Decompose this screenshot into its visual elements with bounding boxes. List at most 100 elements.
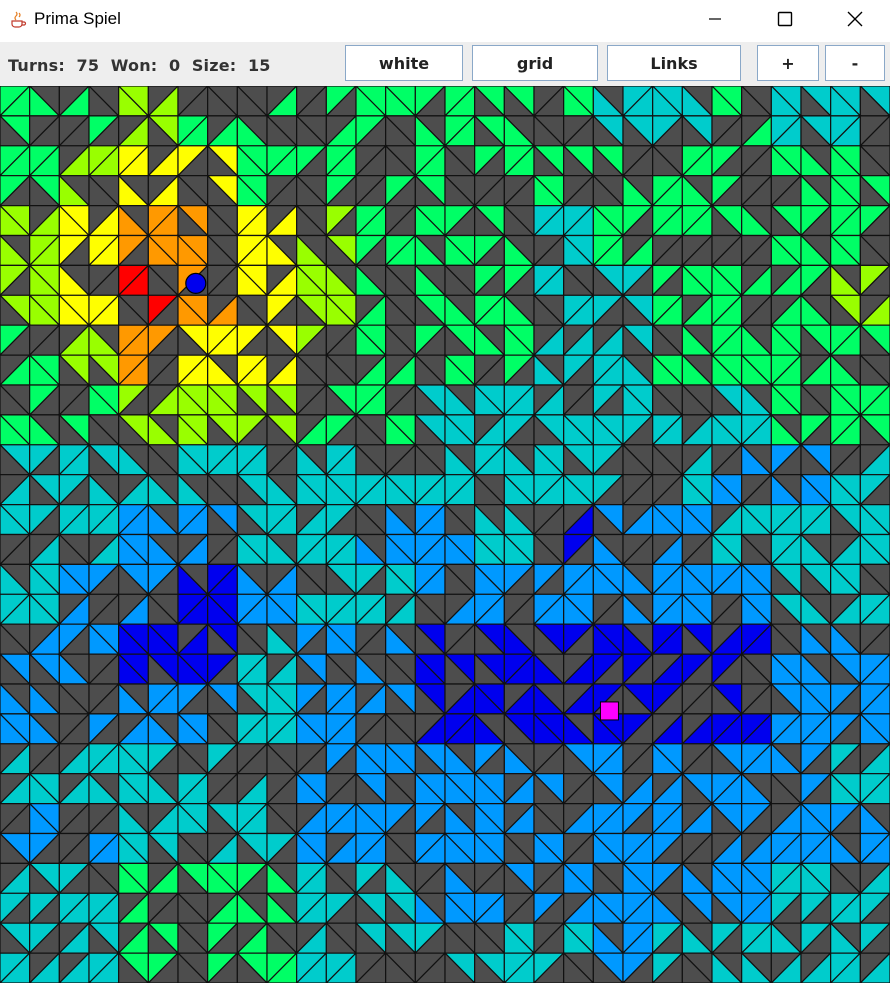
board-cell[interactable] (235, 86, 299, 148)
board-cell[interactable] (591, 86, 655, 148)
board-cell[interactable] (829, 86, 890, 148)
board-cell[interactable] (57, 802, 121, 865)
board-cell[interactable] (591, 742, 655, 806)
board-cell[interactable] (591, 383, 655, 447)
board-cell[interactable] (591, 562, 655, 626)
board-cell[interactable] (176, 861, 239, 925)
board-cell[interactable] (235, 861, 299, 925)
board-cell[interactable] (710, 742, 773, 806)
board-cell[interactable] (295, 86, 358, 148)
close-button[interactable] (820, 0, 890, 38)
board-cell[interactable] (0, 622, 61, 686)
board-cell[interactable] (473, 503, 536, 566)
board-cell[interactable] (354, 562, 417, 626)
board-cell[interactable] (769, 921, 833, 983)
board-cell[interactable] (710, 503, 773, 566)
board-cell[interactable] (651, 144, 714, 208)
board-cell[interactable] (354, 861, 417, 925)
board-cell[interactable] (651, 443, 714, 507)
board-cell[interactable] (651, 562, 714, 626)
minus-button[interactable]: - (825, 45, 885, 81)
board-cell[interactable] (0, 562, 61, 626)
board-cell[interactable] (710, 562, 773, 626)
board-cell[interactable] (829, 861, 890, 925)
board-cell[interactable] (235, 323, 299, 387)
board-cell[interactable] (651, 742, 714, 806)
board-cell[interactable] (710, 204, 773, 267)
board-cell[interactable] (532, 383, 595, 447)
board-cell[interactable] (57, 383, 121, 447)
board-cell[interactable] (769, 144, 833, 208)
board-cell[interactable] (354, 263, 417, 327)
board-cell[interactable] (117, 86, 180, 148)
board-cell[interactable] (235, 622, 299, 686)
board-cell[interactable] (473, 383, 536, 447)
board-cell[interactable] (117, 263, 180, 327)
board-cell[interactable] (176, 682, 239, 746)
board-cell[interactable] (651, 383, 714, 447)
board-cell[interactable] (295, 742, 358, 806)
board-cell[interactable] (413, 503, 477, 566)
board-cell[interactable] (473, 323, 536, 387)
board-cell[interactable] (354, 921, 417, 983)
board-cell[interactable] (710, 802, 773, 865)
board-cell[interactable] (295, 443, 358, 507)
board-cell[interactable] (117, 562, 180, 626)
board-cell[interactable] (591, 204, 655, 267)
board-cell[interactable] (473, 861, 536, 925)
board-cell[interactable] (0, 861, 61, 925)
board-cell[interactable] (413, 383, 477, 447)
board-cell[interactable] (651, 323, 714, 387)
board-cell[interactable] (829, 802, 890, 865)
board-cell[interactable] (0, 323, 61, 387)
board-cell[interactable] (710, 383, 773, 447)
board-cell[interactable] (591, 802, 655, 865)
board-cell[interactable] (354, 682, 417, 746)
board-cell[interactable] (413, 144, 477, 208)
board-cell[interactable] (57, 144, 121, 208)
board-cell[interactable] (413, 742, 477, 806)
board-cell[interactable] (117, 204, 180, 267)
board-cell[interactable] (0, 86, 61, 148)
board-cell[interactable] (176, 503, 239, 566)
board-cell[interactable] (176, 204, 239, 267)
board-cell[interactable] (769, 742, 833, 806)
board-cell[interactable] (57, 682, 121, 746)
board-cell[interactable] (473, 921, 536, 983)
board-cell[interactable] (651, 861, 714, 925)
board-cell[interactable] (651, 263, 714, 327)
board-cell[interactable] (0, 503, 61, 566)
plus-button[interactable]: + (757, 45, 819, 81)
board-cell[interactable] (532, 443, 595, 507)
board-cell[interactable] (235, 503, 299, 566)
board-cell[interactable] (532, 921, 595, 983)
board-cell[interactable] (235, 742, 299, 806)
board-cell[interactable] (829, 921, 890, 983)
board-cell[interactable] (0, 921, 61, 983)
board-cell[interactable] (532, 323, 595, 387)
board-cell[interactable] (769, 383, 833, 447)
board-cell[interactable] (413, 443, 477, 507)
board-cell[interactable] (651, 921, 714, 983)
board-cell[interactable] (117, 383, 180, 447)
board-cell[interactable] (295, 861, 358, 925)
board-cell[interactable] (0, 443, 61, 507)
board-cell[interactable] (413, 921, 477, 983)
board-cell[interactable] (117, 443, 180, 507)
board-cell[interactable] (710, 622, 773, 686)
board-cell[interactable] (413, 622, 477, 686)
board-cell[interactable] (473, 263, 536, 327)
board-cell[interactable] (57, 323, 121, 387)
board-cell[interactable] (0, 802, 61, 865)
board-cell[interactable] (532, 263, 595, 327)
board-cell[interactable] (710, 263, 773, 327)
links-button[interactable]: Links (607, 45, 741, 81)
board-cell[interactable] (176, 742, 239, 806)
board-cell[interactable] (295, 562, 358, 626)
board-cell[interactable] (117, 802, 180, 865)
board-cell[interactable] (413, 86, 477, 148)
board-cell[interactable] (710, 86, 773, 148)
board-cell[interactable] (57, 921, 121, 983)
board-cell[interactable] (176, 144, 239, 208)
board-cell[interactable] (591, 263, 655, 327)
